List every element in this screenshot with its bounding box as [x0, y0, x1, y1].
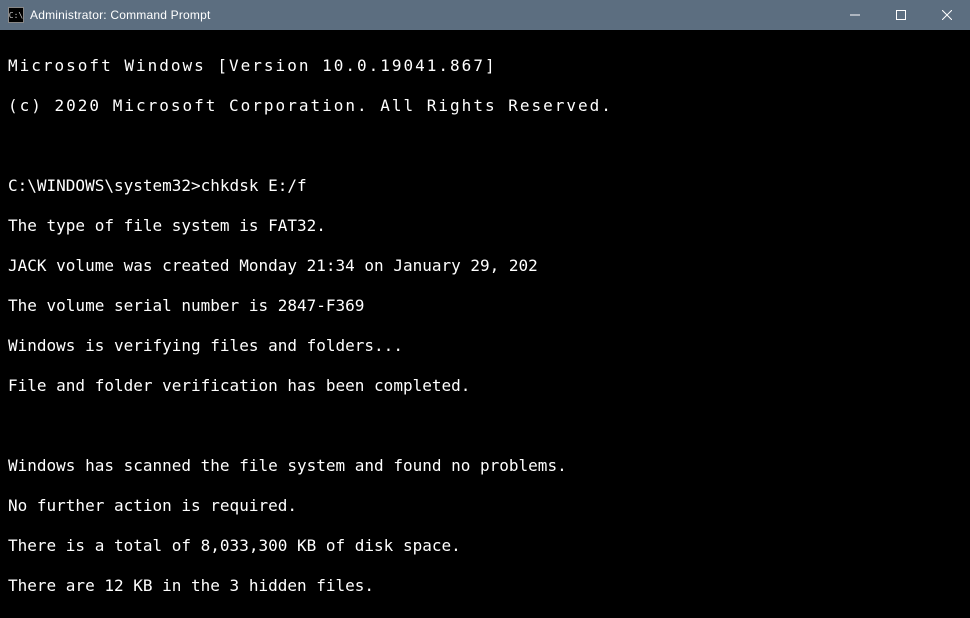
output-line: JACK volume was created Monday 21:34 on … — [8, 256, 962, 276]
window-title: Administrator: Command Prompt — [30, 8, 832, 22]
maximize-button[interactable] — [878, 0, 924, 30]
output-line: There are 12 KB in the 3 hidden files. — [8, 576, 962, 596]
output-line: The type of file system is FAT32. — [8, 216, 962, 236]
titlebar: C:\ Administrator: Command Prompt — [0, 0, 970, 30]
close-icon — [942, 10, 952, 20]
output-line: Windows is verifying files and folders..… — [8, 336, 962, 356]
output-line: File and folder verification has been co… — [8, 376, 962, 396]
os-version-line: Microsoft Windows [Version 10.0.19041.86… — [8, 56, 962, 76]
output-line: There is a total of 8,033,300 KB of disk… — [8, 536, 962, 556]
prompt-prefix: C:\WINDOWS\system32> — [8, 176, 201, 195]
window-controls — [832, 0, 970, 30]
minimize-button[interactable] — [832, 0, 878, 30]
blank-line — [8, 136, 962, 156]
output-line: No further action is required. — [8, 496, 962, 516]
close-button[interactable] — [924, 0, 970, 30]
output-line: Windows has scanned the file system and … — [8, 456, 962, 476]
cmd-icon: C:\ — [8, 7, 24, 23]
prompt-command: chkdsk E:/f — [201, 176, 307, 195]
copyright-line: (c) 2020 Microsoft Corporation. All Righ… — [8, 96, 962, 116]
output-line: The volume serial number is 2847-F369 — [8, 296, 962, 316]
prompt-line-1: C:\WINDOWS\system32>chkdsk E:/f — [8, 176, 962, 196]
terminal-output[interactable]: Microsoft Windows [Version 10.0.19041.86… — [0, 30, 970, 618]
blank-line — [8, 416, 962, 436]
maximize-icon — [896, 10, 906, 20]
minimize-icon — [850, 10, 860, 20]
